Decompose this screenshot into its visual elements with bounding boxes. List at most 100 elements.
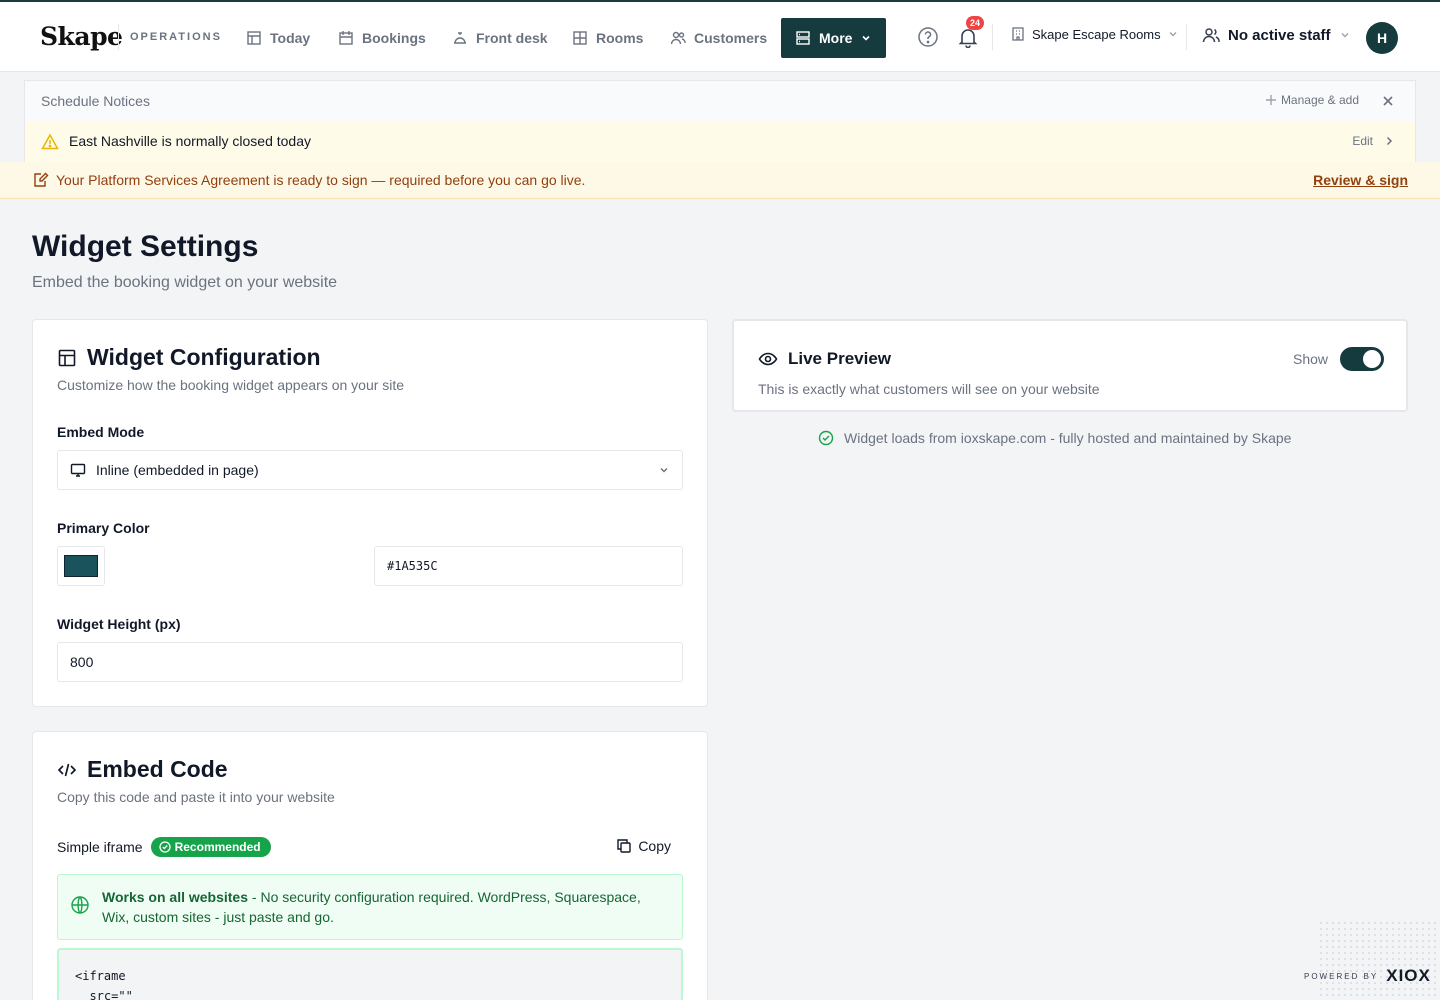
nav-front-desk[interactable]: Front desk <box>446 18 554 58</box>
chevron-down-icon <box>1167 28 1179 40</box>
embed-code-card: Embed Code Copy this code and paste it i… <box>32 731 708 1000</box>
preview-description: This is exactly what customers will see … <box>758 381 1100 397</box>
notice-edit-link[interactable]: Edit <box>1352 134 1373 148</box>
notice-text: East Nashville is normally closed today <box>69 133 311 149</box>
user-icon <box>1202 26 1220 44</box>
table-icon <box>246 30 262 46</box>
notice-item[interactable]: East Nashville is normally closed today … <box>25 122 1415 162</box>
nav-rooms-label: Rooms <box>596 30 644 46</box>
recommended-label: Recommended <box>174 840 261 854</box>
schedule-notices: Schedule Notices Manage & add East Nashv… <box>24 80 1416 162</box>
eye-icon <box>758 349 778 369</box>
widget-configuration-card: Widget Configuration Customize how the b… <box>32 319 708 707</box>
manage-add-label: Manage & add <box>1280 93 1359 107</box>
divider <box>992 24 993 50</box>
grid-icon <box>572 30 588 46</box>
section-label: OPERATIONS <box>130 31 222 43</box>
color-picker[interactable] <box>57 546 105 586</box>
divider <box>118 24 119 50</box>
notices-title: Schedule Notices <box>41 93 150 109</box>
close-icon[interactable] <box>1381 94 1395 108</box>
divider <box>1186 24 1187 50</box>
hosted-text: Widget loads from ioxskape.com - fully h… <box>844 430 1292 446</box>
compatibility-title: Works on all websites <box>102 889 249 905</box>
nav-customers-label: Customers <box>694 30 768 46</box>
monitor-icon <box>70 462 86 478</box>
nav-rooms[interactable]: Rooms <box>566 18 649 58</box>
agreement-banner: Your Platform Services Agreement is read… <box>0 162 1440 199</box>
globe-icon <box>70 895 90 915</box>
live-preview-card: Live Preview Show This is exactly what c… <box>732 319 1408 412</box>
logo[interactable]: Skape <box>40 22 123 51</box>
embed-option-header: Simple iframe Recommended <box>57 837 271 857</box>
check-circle-icon <box>158 841 171 853</box>
widget-height-label: Widget Height (px) <box>57 616 181 632</box>
copy-icon <box>616 838 632 854</box>
copy-button[interactable]: Copy <box>616 838 671 854</box>
embed-mode-value: Inline (embedded in page) <box>96 462 259 478</box>
help-icon[interactable] <box>917 26 939 48</box>
powered-by-logo: XIOX <box>1386 966 1431 985</box>
layout-icon <box>57 348 77 368</box>
agreement-text: Your Platform Services Agreement is read… <box>56 172 586 188</box>
preview-title: Live Preview <box>788 349 892 368</box>
decorative-dots <box>1318 920 1440 1000</box>
concierge-bell-icon <box>452 30 468 46</box>
venue-name: Skape Escape Rooms <box>1032 26 1161 42</box>
powered-by: POWERED BY XIOX <box>1304 966 1431 986</box>
config-title: Widget Configuration <box>87 344 321 370</box>
chevron-right-icon[interactable] <box>1383 135 1395 147</box>
card-title: Embed Code <box>57 756 228 783</box>
color-swatch <box>64 555 98 577</box>
staff-label: No active staff <box>1228 26 1331 44</box>
toggle-label: Show <box>1293 351 1329 367</box>
compatibility-notice: Works on all websites - No security conf… <box>57 874 683 940</box>
check-circle-icon <box>818 430 834 446</box>
recommended-badge: Recommended <box>150 837 271 857</box>
warning-icon <box>41 133 59 151</box>
building-icon <box>1010 26 1026 42</box>
primary-color-input[interactable]: #1A535C <box>374 546 683 586</box>
notification-badge: 24 <box>966 16 985 30</box>
users-icon <box>670 30 686 46</box>
nav-customers[interactable]: Customers <box>664 18 773 58</box>
embed-mode-select[interactable]: Inline (embedded in page) <box>57 450 683 490</box>
plus-icon <box>1265 94 1277 106</box>
nav-today-label: Today <box>270 30 311 46</box>
venue-selector[interactable]: Skape Escape Rooms <box>1010 26 1179 42</box>
nav-bookings[interactable]: Bookings <box>332 18 432 58</box>
page-title: Widget Settings <box>32 230 259 263</box>
embed-mode-label: Embed Mode <box>57 424 145 440</box>
nav-front-desk-label: Front desk <box>476 30 548 46</box>
staff-selector[interactable]: No active staff <box>1202 26 1351 44</box>
widget-height-input[interactable]: 800 <box>57 642 683 682</box>
document-edit-icon <box>33 172 49 188</box>
chevron-down-icon <box>860 32 872 44</box>
show-preview-toggle[interactable] <box>1340 347 1384 371</box>
chevron-down-icon <box>1339 29 1351 41</box>
nav-more[interactable]: More <box>781 18 886 58</box>
top-nav: Skape OPERATIONS Today Bookings Front de… <box>0 0 1440 72</box>
card-title: Widget Configuration <box>57 344 321 371</box>
nav-bookings-label: Bookings <box>362 30 426 46</box>
review-sign-link[interactable]: Review & sign <box>1313 172 1408 188</box>
embed-description: Copy this code and paste it into your we… <box>57 789 335 805</box>
page-subtitle: Embed the booking widget on your website <box>32 274 338 291</box>
embed-title: Embed Code <box>87 756 228 782</box>
embed-code-block[interactable]: <iframe src="" <box>57 948 683 1000</box>
embed-option-label: Simple iframe <box>57 839 143 855</box>
hosted-notice: Widget loads from ioxskape.com - fully h… <box>818 430 1291 446</box>
server-icon <box>795 30 811 46</box>
preview-header: Live Preview <box>758 349 891 369</box>
nav-more-label: More <box>819 30 853 46</box>
code-icon <box>57 760 77 780</box>
calendar-icon <box>338 30 354 46</box>
primary-color-label: Primary Color <box>57 520 150 536</box>
powered-by-label: POWERED BY <box>1304 971 1379 981</box>
compatibility-text: Works on all websites - No security conf… <box>102 887 662 927</box>
nav-today[interactable]: Today <box>240 18 316 58</box>
manage-add-button[interactable]: Manage & add <box>1265 93 1359 107</box>
chevron-down-icon <box>658 464 670 476</box>
avatar[interactable]: H <box>1366 22 1398 54</box>
copy-label: Copy <box>638 838 671 854</box>
